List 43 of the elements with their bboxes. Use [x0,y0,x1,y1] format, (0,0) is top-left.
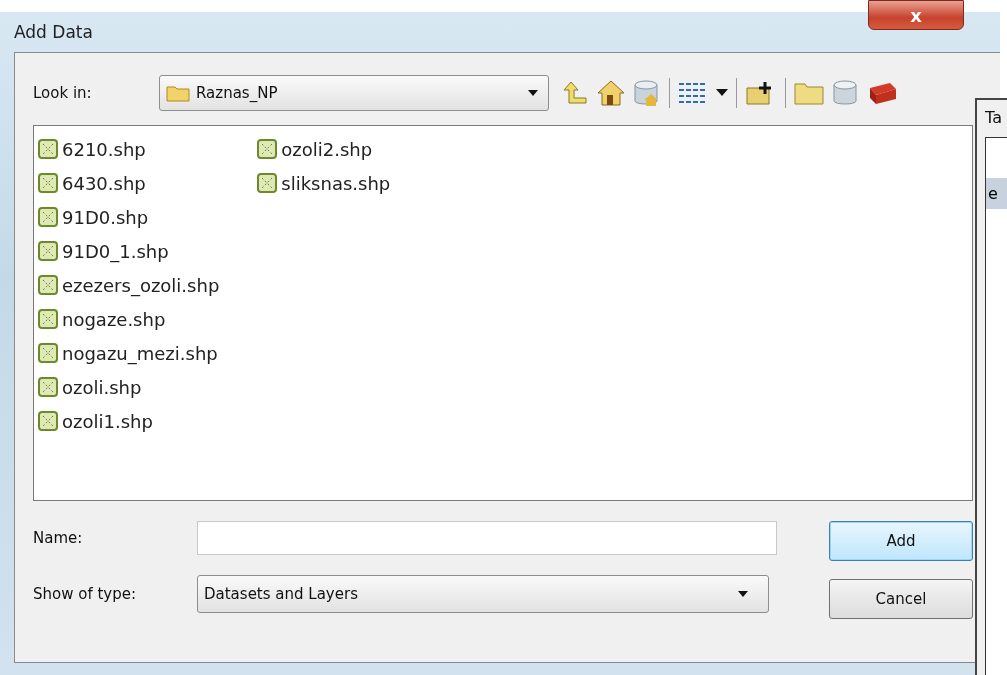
window-title: Ta [985,108,1002,127]
database-icon[interactable] [832,80,860,106]
shapefile-icon [38,241,58,261]
toolbox-icon[interactable] [868,80,898,106]
shapefile-icon [38,309,58,329]
file-item[interactable]: ezezers_ozoli.shp [38,270,220,300]
window-title: Add Data [14,22,93,42]
file-item[interactable]: 6210.shp [38,134,220,164]
look-in-label: Look in: [33,84,93,102]
table-header: e [986,178,1007,209]
file-item[interactable]: ozoli.shp [38,372,220,402]
file-item[interactable]: 91D0_1.shp [38,236,220,266]
shapefile-icon [257,173,278,193]
caret-icon [528,90,538,96]
file-item[interactable]: sliksnas.shp [257,168,391,198]
type-label: Show of type: [33,585,138,603]
shapefile-icon [38,411,58,431]
look-in-dropdown[interactable]: Raznas_NP [159,75,549,111]
shapefile-icon [257,139,278,159]
name-label: Name: [33,529,84,547]
cancel-button[interactable]: Cancel [829,579,973,619]
home-icon[interactable] [597,80,625,106]
name-field[interactable] [197,521,777,555]
caret-icon [738,591,748,597]
caret-icon[interactable] [716,89,728,97]
file-item[interactable]: nogazu_mezi.shp [38,338,220,368]
shapefile-icon [38,173,58,193]
file-item[interactable]: 6430.shp [38,168,220,198]
shapefile-icon [38,207,58,227]
shapefile-icon [38,343,58,363]
type-dropdown[interactable]: Datasets and Layers [197,575,769,613]
shapefile-icon [38,377,58,397]
list-view-icon[interactable] [678,80,708,106]
file-item[interactable]: 91D0.shp [38,202,220,232]
close-button[interactable]: x [868,0,964,30]
add-button[interactable]: Add [829,521,973,561]
file-item[interactable]: ozoli2.shp [257,134,391,164]
folder-icon [166,84,190,102]
file-item[interactable]: nogaze.shp [38,304,220,334]
up-arrow-icon[interactable] [563,80,589,106]
shapefile-icon [38,275,58,295]
shapefile-icon [38,139,58,159]
file-item[interactable]: ozoli1.shp [38,406,220,436]
